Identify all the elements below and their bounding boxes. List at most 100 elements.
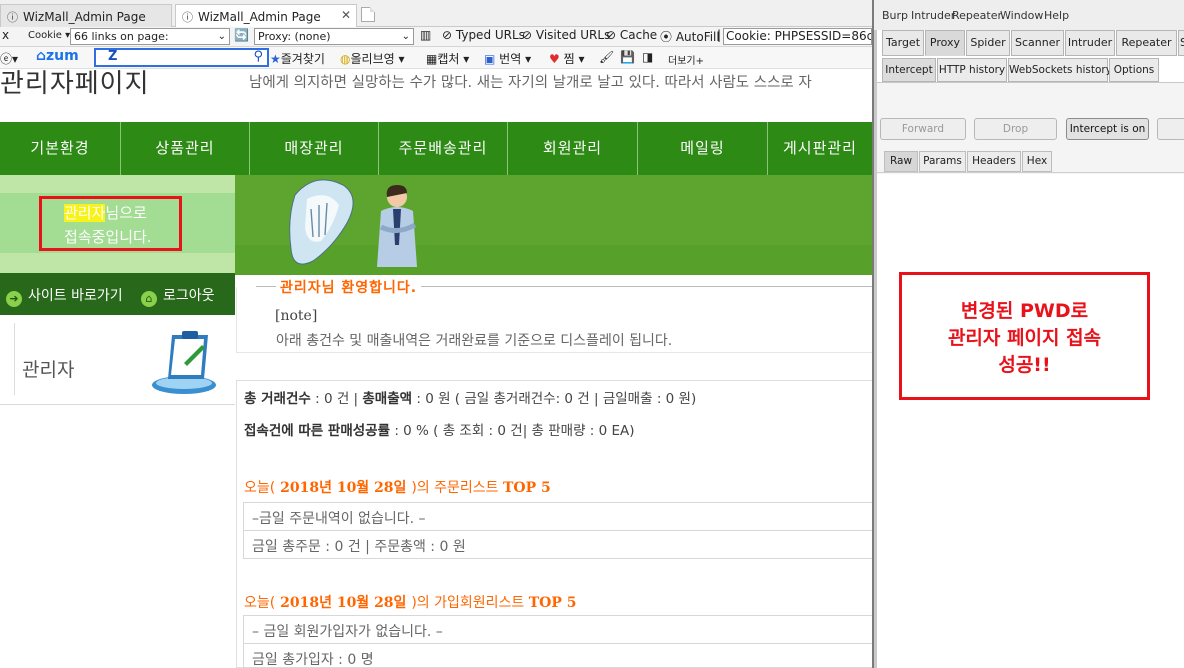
divider: [877, 172, 1184, 173]
brush-icon[interactable]: 🖌: [599, 50, 614, 64]
messenger-icon[interactable]: ◨: [642, 50, 653, 64]
browser-tab-active[interactable]: ⓘ WizMall_Admin Page ✕: [175, 4, 357, 27]
orders-title-date: 2018년 10월 28일: [275, 480, 412, 496]
menu-window[interactable]: Window: [1000, 9, 1043, 22]
jjim-button[interactable]: ♥ 찜 ▾: [549, 50, 584, 67]
orders-summary-row: 금일 총주문 : 0 건 | 주문총액 : 0 원: [243, 530, 872, 559]
motto-text: 남에게 의지하면 실망하는 수가 많다. 새는 자기의 날개로 날고 있다. 따…: [249, 75, 812, 91]
ie-page-icon: ⓘ: [7, 11, 18, 24]
request-tab-raw[interactable]: Raw: [884, 151, 918, 172]
close-toolbar-icon[interactable]: x: [2, 28, 9, 42]
menu-burp[interactable]: Burp: [882, 9, 908, 22]
site-title: 관리자페이지: [0, 69, 150, 99]
burp-tab-sequencer[interactable]: Se: [1178, 30, 1184, 56]
capture-icon: ▦: [426, 52, 438, 66]
new-tab-button[interactable]: [361, 7, 375, 22]
menu-help[interactable]: Help: [1044, 9, 1069, 22]
proxy-select[interactable]: Proxy: (none) ⌄: [254, 28, 414, 45]
menu-repeater[interactable]: Repeater: [952, 9, 1002, 22]
admin-box: 관리자: [0, 315, 235, 405]
panel-icon[interactable]: ▥: [420, 28, 431, 42]
heart-icon: ♥: [549, 52, 560, 66]
cookie-field[interactable]: Cookie: PHPSESSID=86c08db: [723, 28, 872, 45]
cookie-menu-label: Cookie: [28, 30, 62, 41]
burp-tab-intruder[interactable]: Intruder: [1065, 30, 1115, 56]
divider: [14, 323, 15, 395]
nav-item-products[interactable]: 상품관리: [121, 122, 250, 175]
chevron-down-icon: ⌄: [401, 31, 410, 42]
arrow-right-icon: ➜: [6, 291, 22, 307]
proxy-tab-websockets-history[interactable]: WebSockets history: [1008, 58, 1112, 82]
stat-conversion: 접속건에 따른 판매성공률 : 0 % ( 총 조회 : 0 건| 총 판매량 …: [244, 419, 635, 439]
browser-tab[interactable]: ⓘ WizMall_Admin Page: [0, 4, 172, 27]
orders-title-suffix: )의 주문리스트: [411, 480, 503, 496]
olive-icon: ◍: [340, 52, 351, 66]
autofill-button[interactable]: ⦿ AutoFill: [660, 28, 720, 45]
zum-logo[interactable]: ⌂zum: [36, 48, 79, 64]
members-list-title: 오늘( 2018년 10월 28일 )의 가입회원리스트 TOP 5: [244, 592, 576, 612]
request-tab-params[interactable]: Params: [919, 151, 966, 172]
tab-title: WizMall_Admin Page: [198, 10, 321, 24]
welcome-banner: [235, 175, 872, 275]
stat-conversion-value: : 0 % ( 총 조회 : 0 건| 총 판매량 : 0 EA): [390, 423, 635, 439]
burp-tab-repeater[interactable]: Repeater: [1116, 30, 1177, 56]
burp-tab-scanner[interactable]: Scanner: [1011, 30, 1064, 56]
cookie-menu[interactable]: Cookie ▾: [28, 30, 70, 41]
typed-urls-button[interactable]: ⊘ Typed URLs: [442, 28, 525, 42]
intercept-toggle-button[interactable]: Intercept is on: [1066, 118, 1149, 140]
close-tab-icon[interactable]: ✕: [341, 8, 351, 22]
favorites-label: 즐겨찾기: [280, 52, 325, 66]
action-button[interactable]: [1157, 118, 1184, 140]
chevron-down-icon: ⌄: [217, 31, 226, 42]
zum-search-letter: Z: [108, 49, 118, 64]
visited-urls-button[interactable]: ⊘ Visited URLs: [522, 28, 610, 42]
members-title-top: TOP 5: [528, 595, 577, 611]
burp-tab-proxy[interactable]: Proxy: [925, 30, 965, 56]
burp-tab-spider[interactable]: Spider: [966, 30, 1010, 56]
nav-item-stores[interactable]: 매장관리: [250, 122, 379, 175]
search-icon[interactable]: ⚲: [253, 49, 263, 64]
visited-urls-label: Visited URLs: [535, 28, 611, 42]
refresh-icon[interactable]: 🔄: [234, 28, 249, 42]
request-tab-headers[interactable]: Headers: [967, 151, 1021, 172]
nav-item-members[interactable]: 회원관리: [508, 122, 638, 175]
request-tab-hex[interactable]: Hex: [1022, 151, 1052, 172]
logout-link[interactable]: ⌂ 로그아웃: [141, 285, 215, 307]
zum-label: zum: [46, 48, 79, 64]
nav-item-board[interactable]: 게시판관리: [768, 122, 872, 175]
logout-label: 로그아웃: [163, 288, 215, 304]
tab-title: WizMall_Admin Page: [23, 10, 146, 24]
burp-tab-target[interactable]: Target: [882, 30, 924, 56]
members-summary-row: 금일 총가입자 : 0 명: [243, 643, 872, 668]
nav-item-orders[interactable]: 주문배송관리: [379, 122, 508, 175]
capture-button[interactable]: ▦캡처 ▾: [426, 50, 469, 67]
proxy-tab-intercept[interactable]: Intercept: [882, 58, 936, 82]
cache-button[interactable]: ⊘ Cache: [606, 28, 657, 42]
banner-illustration: [235, 175, 872, 275]
olive-button[interactable]: ◍올리브영 ▾: [340, 50, 405, 67]
links-select[interactable]: 66 links on page: ⌄: [70, 28, 230, 45]
save-icon[interactable]: 💾: [620, 50, 635, 64]
drop-button[interactable]: Drop: [974, 118, 1057, 140]
web-developer-toolbar: x Cookie ▾ 66 links on page: ⌄ 🔄 Proxy: (…: [0, 27, 872, 47]
more-button[interactable]: 더보기+: [668, 52, 704, 67]
capture-label: 캡처: [437, 52, 460, 66]
nav-item-basic[interactable]: 기본환경: [0, 122, 121, 175]
links-select-value: 66 links on page:: [74, 30, 169, 43]
site-shortcut-link[interactable]: ➜ 사이트 바로가기: [6, 285, 123, 307]
cache-label: Cache: [619, 28, 658, 42]
orders-empty-row: –금일 주문내역이 없습니다. –: [243, 502, 872, 531]
favorites-button[interactable]: ★즐겨찾기: [270, 50, 325, 67]
stat-total-sales-label: 총매출액: [362, 391, 413, 407]
forward-button[interactable]: Forward: [880, 118, 966, 140]
nav-item-mailing[interactable]: 메일링: [638, 122, 768, 175]
stat-conversion-label: 접속건에 따른 판매성공률: [244, 423, 391, 439]
clipboard-icon: [152, 331, 216, 394]
proxy-tab-options[interactable]: Options: [1109, 58, 1159, 82]
menu-intruder[interactable]: Intruder: [911, 9, 955, 22]
translate-icon: ▣: [484, 52, 496, 66]
proxy-tab-http-history[interactable]: HTTP history: [937, 58, 1007, 82]
separator-icon: |: [717, 28, 722, 42]
annotation-line-1: 변경된 PWD로: [960, 300, 1089, 322]
translate-button[interactable]: ▣ 번역 ▾: [484, 50, 531, 67]
